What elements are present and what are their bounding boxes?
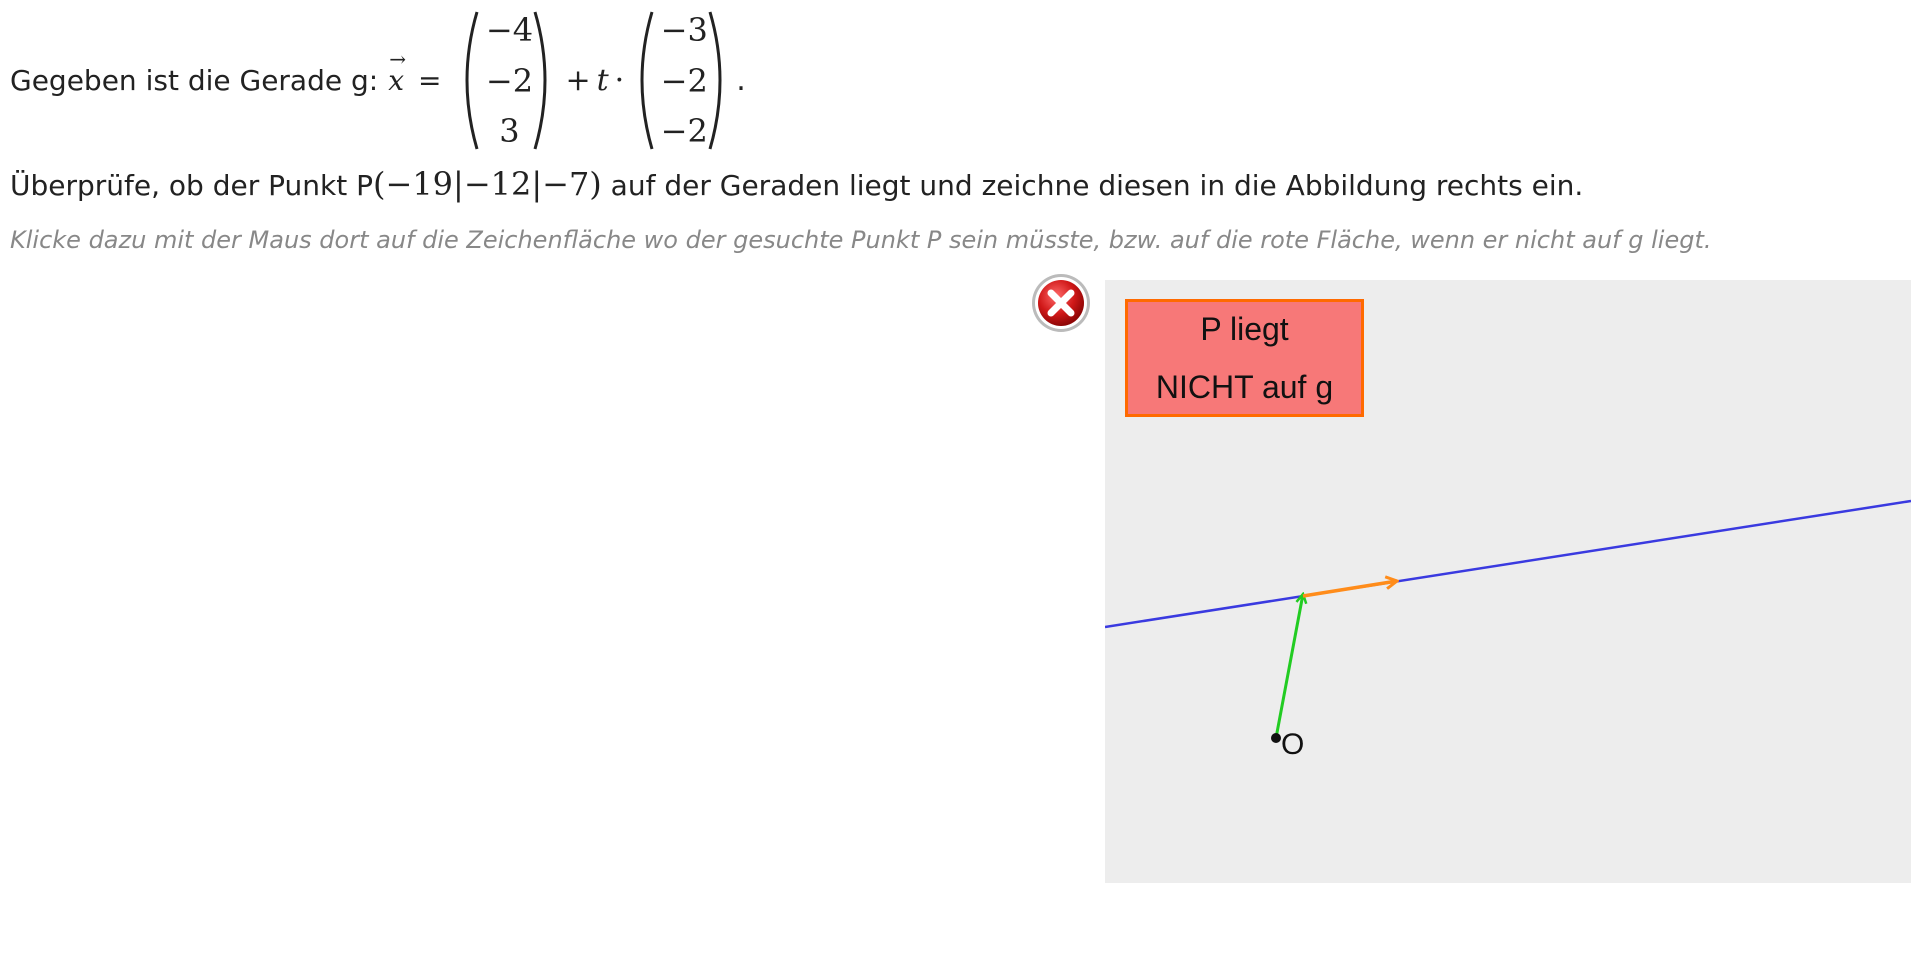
question-text-end: auf der Geraden liegt und zeichne diesen… (601, 169, 1584, 202)
line-equation: Gegeben ist die Gerade g: x = −4 −2 3 + … (10, 8, 746, 153)
question: Überprüfe, ob der Punkt P (−19|−12|−7) a… (10, 165, 1583, 203)
line-g (1105, 499, 1911, 629)
drawing-canvas[interactable]: O P liegt NICHT auf g (1105, 280, 1911, 883)
not-on-line-button[interactable]: P liegt NICHT auf g (1125, 299, 1364, 417)
direction-vector-parentheses (640, 11, 722, 150)
question-text-start: Überprüfe, ob der Punkt P (10, 169, 374, 202)
support-vector-parentheses (465, 11, 547, 150)
origin-point (1271, 733, 1281, 743)
equation-period: . (736, 63, 746, 98)
direction-vector-arrow (1302, 581, 1397, 598)
x-vector-symbol: x (388, 47, 406, 97)
origin-label: O (1281, 728, 1305, 761)
not-on-line-text-1: P liegt (1200, 311, 1289, 347)
point-coordinates: (−19|−12|−7) (373, 165, 602, 203)
wrong-answer-icon (1030, 272, 1092, 334)
not-on-line-text-2: NICHT auf g (1155, 369, 1334, 405)
parameter-t: t (596, 63, 609, 98)
equals-sign: = (418, 64, 442, 97)
support-vector: −4 −2 3 (461, 8, 551, 153)
plus-sign: + (565, 63, 591, 98)
hint-text: Klicke dazu mit der Maus dort auf die Ze… (10, 226, 1712, 254)
support-vector-arrow (1274, 594, 1303, 739)
intro-text: Gegeben ist die Gerade g: (10, 64, 379, 97)
direction-vector: −3 −2 −2 (636, 8, 726, 153)
multiply-dot: · (614, 63, 625, 98)
